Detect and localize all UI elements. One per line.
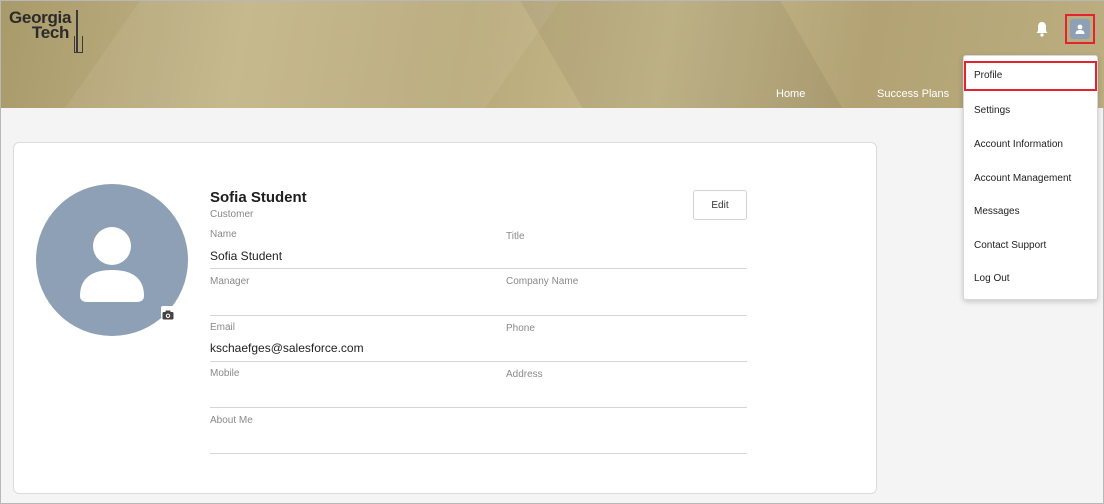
about-me-label: About Me [210, 415, 253, 426]
email-label: Email [210, 322, 236, 333]
camera-icon[interactable] [161, 306, 175, 320]
menu-item-account-management[interactable]: Account Management [964, 164, 1097, 194]
field-divider [210, 453, 747, 454]
name-label: Name [210, 229, 237, 240]
nav-home[interactable]: Home [776, 88, 805, 100]
tower-icon [74, 10, 84, 53]
georgia-tech-logo[interactable]: Georgia Tech [9, 9, 84, 53]
name-value: Sofia Student [210, 249, 283, 263]
phone-label: Phone [506, 323, 535, 334]
company-name-label: Company Name [506, 276, 579, 287]
bell-icon[interactable] [1035, 21, 1049, 37]
field-divider [210, 315, 747, 316]
profile-subtitle: Customer [210, 209, 254, 220]
menu-item-messages[interactable]: Messages [964, 197, 1097, 227]
title-label: Title [506, 231, 525, 242]
field-divider [210, 268, 747, 269]
address-label: Address [506, 369, 543, 380]
field-divider [210, 407, 747, 408]
menu-item-contact-support[interactable]: Contact Support [964, 231, 1097, 261]
nav-success-plans[interactable]: Success Plans [877, 88, 949, 100]
site-header: Georgia Tech Home Success Plans [1, 1, 1104, 108]
menu-item-account-information[interactable]: Account Information [964, 130, 1097, 160]
logo-line-2: Tech [31, 23, 70, 42]
menu-item-settings[interactable]: Settings [964, 96, 1097, 126]
menu-item-log-out[interactable]: Log Out [964, 264, 1097, 294]
user-icon [1070, 19, 1090, 39]
user-menu-button[interactable] [1065, 14, 1095, 44]
edit-button[interactable]: Edit [693, 190, 747, 220]
menu-item-profile[interactable]: Profile [964, 61, 1097, 91]
field-divider [210, 361, 747, 362]
profile-display-name: Sofia Student [210, 189, 307, 206]
user-dropdown-menu: Profile Settings Account Information Acc… [963, 55, 1098, 300]
email-value[interactable]: kschaefges@salesforce.com [210, 341, 364, 355]
mobile-label: Mobile [210, 368, 240, 379]
profile-card: Sofia Student Customer Edit Name Sofia S… [13, 142, 877, 494]
manager-label: Manager [210, 276, 250, 287]
